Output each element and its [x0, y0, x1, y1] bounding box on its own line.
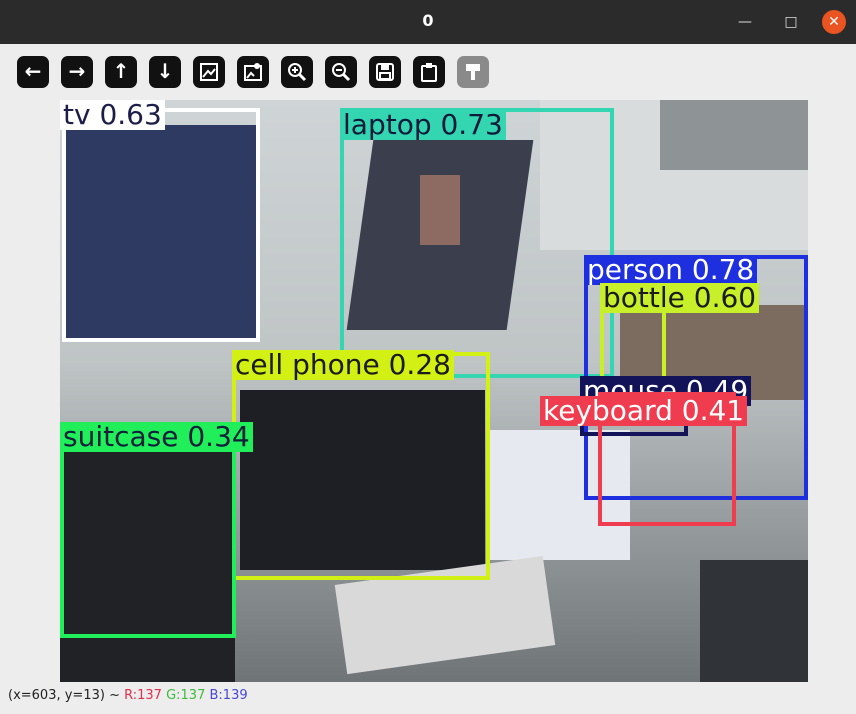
pan-up-button[interactable]: ↑ — [105, 56, 137, 88]
status-bar: (x=603, y=13) ~ R:137 G:137 B:139 — [8, 688, 248, 703]
arrow-right-icon: → — [68, 59, 86, 83]
minimize-icon[interactable]: — — [733, 10, 757, 34]
zoom-out-icon — [332, 63, 351, 82]
toolbar: ← → ↑ ↓ — [0, 44, 856, 100]
image-canvas[interactable]: tv 0.63 laptop 0.73 person 0.78 bottle 0… — [60, 100, 808, 682]
title-bar: 0 — □ ✕ — [0, 0, 856, 44]
pan-right-button[interactable]: → — [61, 56, 93, 88]
clipboard-icon — [421, 63, 437, 82]
detection-box-cell-phone — [232, 352, 490, 580]
red-value: R:137 — [124, 688, 162, 703]
green-value: G:137 — [166, 688, 206, 703]
blue-value: B:139 — [209, 688, 248, 703]
cursor-coordinates: (x=603, y=13) ~ — [8, 688, 120, 703]
save-button[interactable] — [369, 56, 401, 88]
detection-label-suitcase: suitcase 0.34 — [60, 422, 253, 452]
arrow-down-icon: ↓ — [156, 59, 174, 83]
save-icon — [376, 63, 394, 81]
arrow-left-icon: ← — [24, 59, 42, 83]
pan-left-button[interactable]: ← — [17, 56, 49, 88]
close-icon[interactable]: ✕ — [822, 10, 846, 34]
paint-icon — [466, 64, 480, 80]
detection-label-tv: tv 0.63 — [60, 100, 165, 130]
detection-box-laptop — [340, 108, 614, 378]
zoom-out-button[interactable] — [325, 56, 357, 88]
detection-label-bottle: bottle 0.60 — [600, 283, 760, 313]
arrow-up-icon: ↑ — [112, 59, 130, 83]
detection-label-keyboard: keyboard 0.41 — [540, 396, 748, 426]
detection-box-tv — [62, 108, 260, 342]
original-size-button[interactable] — [237, 56, 269, 88]
keyboard-keys — [700, 560, 808, 682]
detection-label-cell-phone: cell phone 0.28 — [232, 350, 454, 380]
zoom-in-button[interactable] — [281, 56, 313, 88]
properties-button[interactable] — [413, 56, 445, 88]
window-title: 0 — [422, 11, 434, 30]
overlay-button[interactable] — [457, 56, 489, 88]
image-fit-icon — [244, 63, 262, 81]
image-icon — [200, 63, 218, 81]
window-frame — [660, 100, 808, 170]
detection-box-suitcase — [60, 422, 236, 638]
maximize-icon[interactable]: □ — [779, 10, 803, 34]
detection-label-laptop: laptop 0.73 — [340, 110, 506, 140]
zoom-to-window-button[interactable] — [193, 56, 225, 88]
pan-down-button[interactable]: ↓ — [149, 56, 181, 88]
zoom-in-icon — [288, 63, 307, 82]
